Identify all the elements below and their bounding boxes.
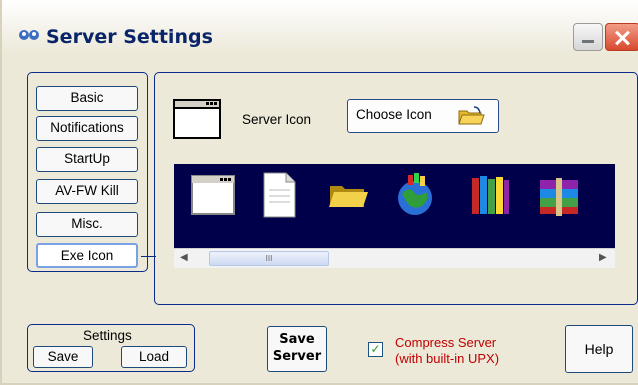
scroll-left-icon[interactable]: ◀	[180, 252, 188, 263]
window-title: Server Settings	[46, 26, 213, 48]
archive-icon[interactable]	[534, 170, 584, 220]
folder-icon[interactable]	[324, 170, 374, 220]
horizontal-scrollbar[interactable]: ◀ III ▶	[174, 248, 615, 268]
compress-server-label: Compress Server (with built-in UPX)	[395, 335, 499, 367]
nav-startup-button[interactable]: StartUp	[36, 147, 138, 172]
nav-misc-button[interactable]: Misc.	[36, 212, 138, 237]
server-icon-preview	[173, 99, 221, 139]
settings-load-button[interactable]: Load	[121, 346, 187, 368]
scroll-thumb[interactable]: III	[209, 251, 329, 266]
compress-server-checkbox[interactable]: ✓	[368, 342, 383, 357]
help-button[interactable]: Help	[565, 325, 633, 373]
nav-av-fw-kill-button[interactable]: AV-FW Kill	[36, 179, 138, 204]
nav-basic-button[interactable]: Basic	[36, 86, 138, 111]
save-server-label-line1: Save	[279, 332, 315, 347]
settings-label: Settings	[83, 328, 132, 343]
settings-group: Settings Save Load	[27, 324, 195, 372]
nav-notifications-button[interactable]: Notifications	[36, 116, 138, 141]
books-icon[interactable]	[464, 170, 514, 220]
server-settings-window: Server Settings Basic Notifications Star…	[0, 0, 638, 385]
scroll-right-icon[interactable]: ▶	[599, 252, 607, 263]
save-server-label-line2: Server	[272, 349, 322, 364]
folder-open-icon	[458, 106, 485, 125]
server-icon-label: Server Icon	[242, 112, 312, 127]
minimize-icon[interactable]	[573, 23, 603, 51]
settings-save-button[interactable]: Save	[33, 346, 93, 368]
app-icon	[19, 30, 39, 40]
document-icon[interactable]	[254, 170, 304, 220]
compress-label-line1: Compress Server	[395, 335, 497, 350]
choose-icon-label: Choose Icon	[356, 107, 432, 122]
save-server-button[interactable]: Save Server	[267, 326, 327, 372]
compress-label-line2: (with built-in UPX)	[395, 351, 500, 366]
choose-icon-button[interactable]: Choose Icon	[347, 99, 499, 133]
title-bar[interactable]: Server Settings	[2, 0, 638, 55]
window-icon[interactable]	[188, 170, 238, 220]
nav-exe-icon-button[interactable]: Exe Icon	[36, 243, 138, 268]
globe-icon[interactable]	[390, 170, 440, 220]
close-icon[interactable]	[605, 23, 638, 51]
